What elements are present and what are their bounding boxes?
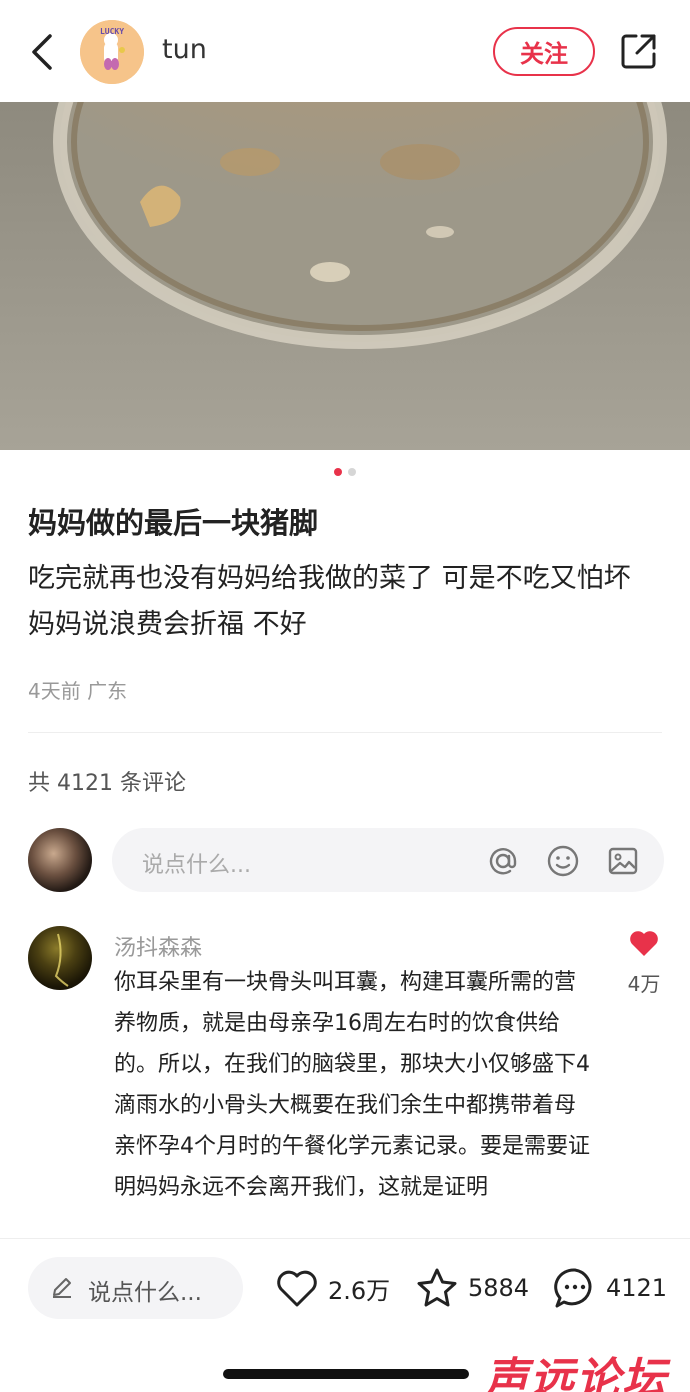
comment-input-placeholder: 说点什么...: [142, 853, 251, 878]
comment-author[interactable]: 汤抖森森: [114, 930, 202, 962]
post-meta: 4天前 广东: [28, 679, 128, 703]
watermark-logo: 声远论坛: [484, 1354, 668, 1392]
heart-icon: [277, 1270, 317, 1307]
top-nav-bar: LUCKY tun 关注: [0, 0, 690, 102]
comment-input[interactable]: 说点什么...: [112, 828, 664, 892]
comment-text: 你耳朵里有一块骨头叫耳囊，构建耳囊所需的营养物质，就是由母亲孕16周左右时的饮食…: [114, 970, 590, 1200]
post-description: 吃完就再也没有妈妈给我做的菜了 可是不吃又怕坏 妈妈说浪费会折福 不好: [28, 563, 631, 640]
post-title: 妈妈做的最后一块猪脚: [28, 506, 319, 540]
comment-total: 4121: [606, 1274, 668, 1302]
favorite-button[interactable]: 5884: [414, 1263, 529, 1313]
chat-bubble-icon: [554, 1268, 592, 1308]
bottom-comment-input[interactable]: 说点什么...: [28, 1257, 243, 1319]
my-avatar[interactable]: [28, 828, 92, 892]
avatar-logo-text: LUCKY: [100, 27, 124, 36]
commenter-avatar[interactable]: [28, 926, 92, 990]
favorite-count: 5884: [468, 1274, 530, 1302]
share-icon[interactable]: [620, 32, 658, 70]
like-count: 2.6万: [328, 1276, 391, 1305]
emoji-icon[interactable]: [546, 844, 580, 878]
bottom-action-bar: 说点什么... 2.6万 5884 4121 声远论坛: [0, 1238, 690, 1392]
home-indicator[interactable]: [223, 1369, 469, 1379]
comment-like-count: 4万: [627, 972, 661, 996]
at-icon[interactable]: [486, 844, 520, 878]
pencil-icon: [53, 1278, 71, 1298]
star-icon: [417, 1268, 457, 1307]
divider: [28, 732, 662, 733]
author-username[interactable]: tun: [162, 34, 207, 65]
comment-count: 共 4121 条评论: [28, 771, 186, 796]
carousel-indicator: [0, 468, 690, 476]
like-button[interactable]: 2.6万: [274, 1263, 390, 1313]
chevron-left-icon[interactable]: [26, 30, 60, 74]
author-avatar[interactable]: LUCKY: [80, 20, 144, 84]
bottom-input-placeholder: 说点什么...: [88, 1280, 202, 1306]
carousel-dot[interactable]: [334, 468, 342, 476]
image-icon[interactable]: [606, 844, 640, 878]
heart-filled-icon[interactable]: [628, 928, 660, 958]
carousel-dot[interactable]: [348, 468, 356, 476]
post-image[interactable]: [0, 102, 690, 450]
comment-button[interactable]: 4121: [552, 1263, 667, 1313]
follow-button[interactable]: 关注: [493, 27, 595, 76]
